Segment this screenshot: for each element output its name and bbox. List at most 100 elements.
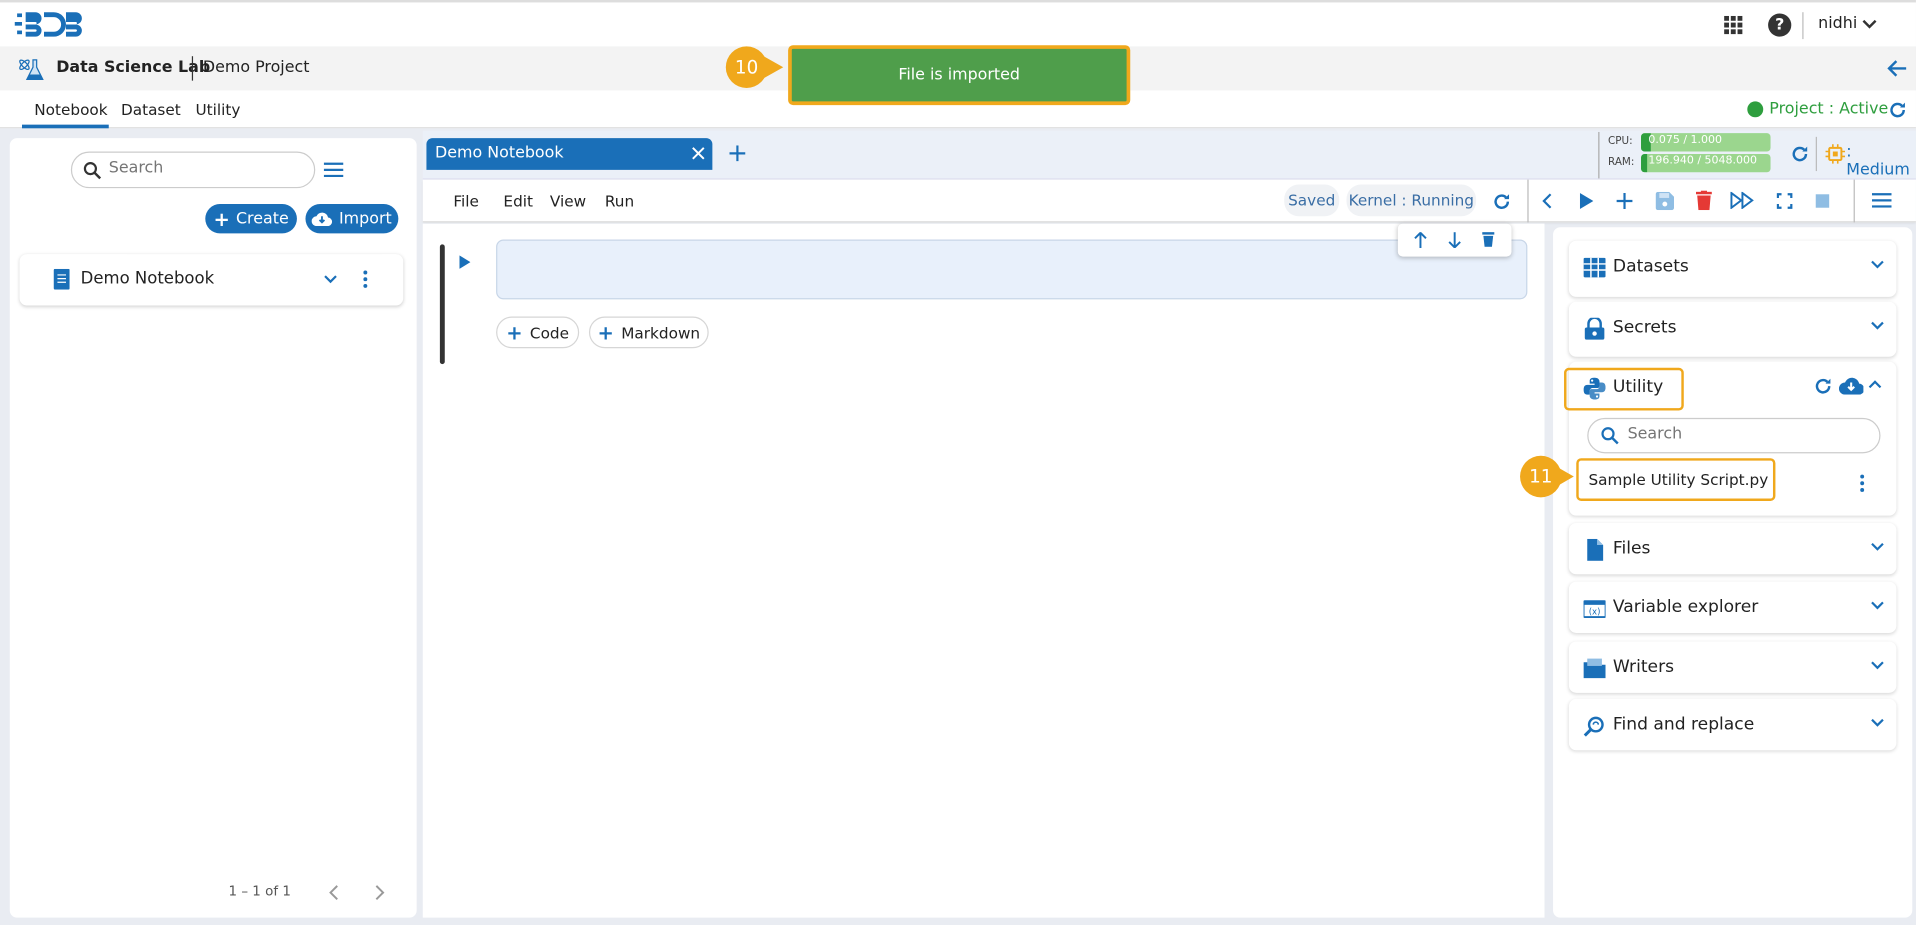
- top-bar: ? nidhi: [0, 0, 1916, 47]
- back-arrow-icon[interactable]: [1887, 59, 1908, 79]
- step-badge: 10: [725, 46, 768, 88]
- datasets-section[interactable]: Datasets: [1568, 240, 1897, 297]
- user-menu[interactable]: nidhi: [1818, 15, 1877, 33]
- cell-active-indicator: [439, 244, 445, 365]
- add-markdown-cell-button[interactable]: + Markdown: [588, 316, 709, 349]
- fullscreen-icon[interactable]: [1776, 193, 1793, 209]
- utility-file-item[interactable]: Sample Utility Script.py: [1576, 458, 1776, 501]
- notebook-name: Demo Notebook: [80, 268, 215, 289]
- file-icon: [1587, 538, 1604, 561]
- import-button[interactable]: Import: [305, 204, 399, 234]
- menu-file[interactable]: File: [453, 192, 479, 210]
- more-options-icon[interactable]: [1860, 474, 1865, 492]
- tab-notebook[interactable]: Notebook: [34, 100, 107, 118]
- secrets-section[interactable]: Secrets: [1568, 301, 1897, 357]
- variable-explorer-section[interactable]: (x) Variable explorer: [1568, 581, 1897, 633]
- chevron-down-icon: [1871, 260, 1884, 269]
- lock-icon: [1584, 317, 1605, 340]
- ram-label: RAM:: [1608, 156, 1635, 169]
- notebook-list-item[interactable]: Demo Notebook: [20, 254, 404, 305]
- move-up-icon[interactable]: [1414, 232, 1427, 249]
- restart-kernel-icon[interactable]: [1493, 193, 1510, 210]
- cpu-chip-icon: [1825, 144, 1846, 164]
- run-icon[interactable]: [1579, 193, 1594, 209]
- chevron-right-icon[interactable]: [375, 885, 385, 901]
- create-button[interactable]: + Create: [205, 204, 297, 234]
- refresh-resources-icon[interactable]: [1791, 145, 1808, 162]
- kernel-status[interactable]: Kernel : Running: [1346, 184, 1477, 217]
- kernel-label: Kernel : Running: [1348, 190, 1475, 209]
- toast-notification: File is imported: [788, 45, 1131, 106]
- notebook-search[interactable]: [70, 151, 316, 189]
- notebook-icon: [53, 268, 70, 290]
- bdb-logo[interactable]: [14, 10, 91, 39]
- save-icon[interactable]: [1655, 191, 1675, 211]
- menu-edit[interactable]: Edit: [503, 192, 533, 210]
- chevron-down-icon[interactable]: [324, 275, 337, 284]
- run-all-icon[interactable]: [1730, 191, 1754, 209]
- add-tab-icon[interactable]: [729, 145, 746, 162]
- search-input[interactable]: [108, 158, 305, 178]
- cloud-download-icon: [312, 212, 333, 227]
- add-cell-icon[interactable]: [1616, 193, 1633, 209]
- plus-icon: +: [506, 320, 523, 344]
- step-number: 11: [1529, 465, 1553, 488]
- section-label: Variable explorer: [1612, 597, 1759, 618]
- refresh-icon[interactable]: [1889, 101, 1906, 118]
- tab-dataset[interactable]: Dataset: [121, 100, 181, 118]
- saved-status: Saved: [1284, 184, 1340, 217]
- utility-file-name: Sample Utility Script.py: [1588, 470, 1769, 489]
- apps-grid-icon[interactable]: [1724, 15, 1743, 35]
- code-cell-input[interactable]: [496, 239, 1528, 300]
- help-icon[interactable]: ?: [1768, 13, 1792, 37]
- find-and-replace-section[interactable]: Find and replace: [1568, 698, 1897, 751]
- cloud-download-icon[interactable]: [1838, 376, 1864, 395]
- step-pointer: [763, 56, 784, 79]
- delete-icon[interactable]: [1695, 190, 1712, 211]
- ram-usage-bar: 196.940 / 5048.000: [1641, 153, 1771, 173]
- compute-size[interactable]: : Medium: [1846, 143, 1916, 180]
- utility-search-input[interactable]: [1627, 425, 1866, 444]
- saved-label: Saved: [1288, 190, 1336, 209]
- add-code-cell-button[interactable]: + Code: [496, 316, 580, 349]
- divider: [1853, 179, 1855, 223]
- find-icon: [1583, 716, 1604, 737]
- svg-text:(x): (x): [1589, 608, 1601, 618]
- status-dot-icon: [1747, 101, 1764, 118]
- move-down-icon[interactable]: [1448, 232, 1461, 249]
- chevron-down-icon: [1871, 542, 1884, 551]
- chevron-left-icon[interactable]: [1542, 193, 1552, 209]
- chevron-up-icon[interactable]: [1868, 380, 1882, 389]
- plus-icon: +: [213, 207, 230, 231]
- files-section[interactable]: Files: [1568, 522, 1897, 575]
- writers-section[interactable]: Writers: [1568, 641, 1897, 693]
- run-cell-icon[interactable]: [459, 255, 471, 269]
- chevron-left-icon[interactable]: [329, 885, 339, 901]
- close-icon[interactable]: [692, 147, 705, 160]
- menu-icon[interactable]: [1871, 193, 1892, 208]
- delete-cell-icon[interactable]: [1482, 231, 1495, 247]
- chevron-down-icon: [1871, 321, 1884, 330]
- project-name[interactable]: Demo Project: [203, 59, 310, 77]
- toast-message: File is imported: [898, 65, 1021, 85]
- section-label: Writers: [1612, 657, 1675, 677]
- menu-view[interactable]: View: [550, 192, 586, 210]
- divider: [1815, 136, 1817, 172]
- user-name: nidhi: [1818, 14, 1858, 33]
- step-pointer: [1556, 466, 1574, 487]
- divider: [1598, 131, 1600, 179]
- cpu-value: 0.075 / 1.000: [1648, 134, 1723, 147]
- menu-icon[interactable]: [323, 162, 344, 178]
- utility-search[interactable]: [1587, 417, 1881, 454]
- chevron-down-icon: [1871, 601, 1884, 610]
- divider: [191, 56, 194, 81]
- add-code-label: Code: [529, 323, 570, 342]
- menu-run[interactable]: Run: [605, 192, 634, 210]
- pagination-label: 1 – 1 of 1: [228, 883, 291, 900]
- stop-icon[interactable]: [1815, 194, 1830, 208]
- tab-utility[interactable]: Utility: [196, 100, 241, 118]
- more-options-icon[interactable]: [363, 270, 368, 288]
- notebook-tab[interactable]: Demo Notebook: [426, 138, 713, 170]
- ram-value: 196.940 / 5048.000: [1648, 155, 1757, 168]
- refresh-icon[interactable]: [1815, 378, 1832, 395]
